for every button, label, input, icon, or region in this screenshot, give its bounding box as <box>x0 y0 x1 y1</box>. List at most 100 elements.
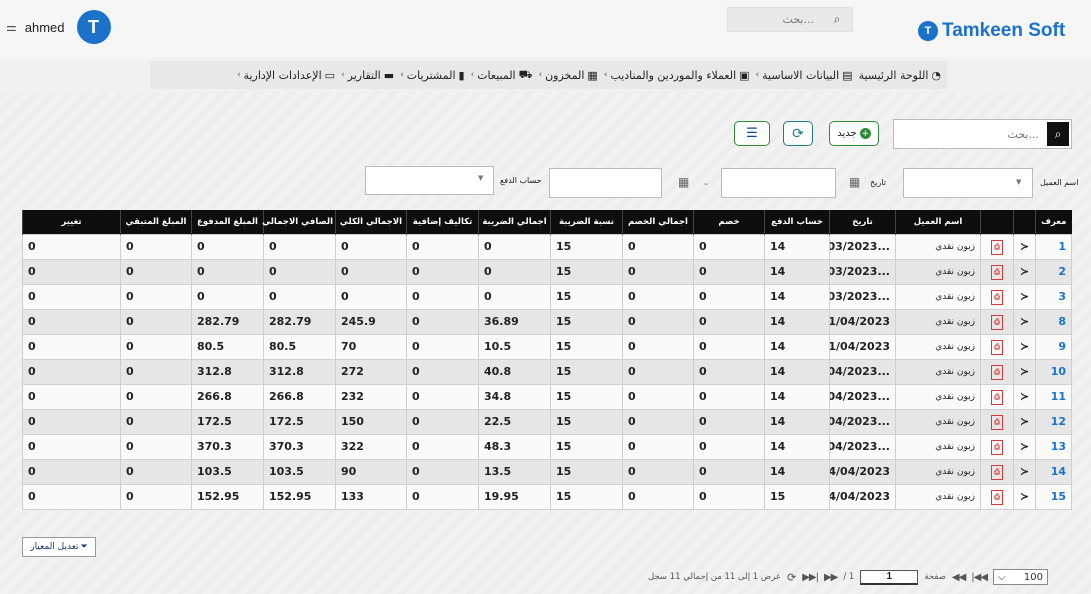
column-header[interactable]: تغيير <box>22 210 121 234</box>
nav-item[interactable]: ▦ المخزون ‹ <box>538 69 597 82</box>
refresh-button[interactable]: ⟳ <box>783 121 813 146</box>
pdf-icon[interactable]: ⎙ <box>980 283 1014 310</box>
value-cell: 15 <box>550 308 623 335</box>
column-header[interactable]: تاريخ <box>829 210 896 234</box>
next-page-icon[interactable]: ▶▶ <box>824 572 838 583</box>
calendar-icon[interactable]: ▦ <box>849 175 860 189</box>
column-header[interactable]: تكاليف إضافية <box>406 210 479 234</box>
pdf-icon[interactable]: ⎙ <box>980 433 1014 460</box>
share-icon[interactable]: ≺ <box>1013 233 1036 260</box>
value-cell: 48.3 <box>478 433 551 460</box>
username[interactable]: ahmed <box>25 20 65 35</box>
table-row[interactable]: 2≺⎙زبون نقدي...03/2023/1400150000000 <box>22 258 1072 285</box>
row-id-link[interactable]: 13 <box>1035 433 1072 460</box>
row-id-link[interactable]: 3 <box>1035 283 1072 310</box>
table-row[interactable]: 1≺⎙زبون نقدي...03/2023/1400150000000 <box>22 233 1072 260</box>
search-icon[interactable]: ⌕ <box>1047 122 1069 146</box>
share-icon[interactable]: ≺ <box>1013 283 1036 310</box>
value-cell: 0 <box>191 258 264 285</box>
top-search-input[interactable] <box>728 8 822 31</box>
row-id-link[interactable]: 9 <box>1035 333 1072 360</box>
column-header[interactable]: خصم <box>693 210 765 234</box>
column-header[interactable]: المبلغ المتبقي <box>120 210 192 234</box>
first-page-icon[interactable]: |◀◀ <box>971 572 988 583</box>
row-id-link[interactable]: 15 <box>1035 483 1072 510</box>
table-row[interactable]: 8≺⎙زبون نقدي01/04/202314001536.890245.92… <box>22 308 1072 335</box>
value-cell: 0 <box>120 333 192 360</box>
last-page-icon[interactable]: ▶▶| <box>802 572 819 583</box>
pdf-icon-glyph: ⎙ <box>991 414 1003 430</box>
column-header[interactable]: المبلغ المدفوع <box>191 210 264 234</box>
value-cell: 0 <box>622 333 694 360</box>
table-row[interactable]: 10≺⎙زبون نقدي...04/2023/14001540.8027231… <box>22 358 1072 385</box>
nav-item[interactable]: ▭ الإعدادات الإدارية ‹ <box>237 69 335 82</box>
nav-item[interactable]: ◔ اللوحة الرئيسية <box>859 69 941 82</box>
share-icon[interactable]: ≺ <box>1013 258 1036 285</box>
refresh-icon[interactable]: ⟳ <box>787 571 796 584</box>
row-id-link[interactable]: 1 <box>1035 233 1072 260</box>
column-header[interactable]: الاجمالي الكلي <box>335 210 407 234</box>
column-header[interactable]: اجمالي الضريبة <box>478 210 551 234</box>
pdf-icon[interactable]: ⎙ <box>980 408 1014 435</box>
row-id-link[interactable]: 12 <box>1035 408 1072 435</box>
row-id-link[interactable]: 2 <box>1035 258 1072 285</box>
row-id-link[interactable]: 10 <box>1035 358 1072 385</box>
share-icon[interactable]: ≺ <box>1013 383 1036 410</box>
table-row[interactable]: 14≺⎙زبون نقدي14/04/202314001513.5090103.… <box>22 458 1072 485</box>
customer-select[interactable] <box>903 168 1033 198</box>
row-id-link[interactable]: 8 <box>1035 308 1072 335</box>
table-row[interactable]: 3≺⎙زبون نقدي...03/2023/1400150000000 <box>22 283 1072 310</box>
page-size-select[interactable]: 100 ⌵ <box>993 569 1049 585</box>
value-cell: 0 <box>22 383 121 410</box>
share-icon[interactable]: ≺ <box>1013 483 1036 510</box>
column-header <box>1013 210 1036 234</box>
nav-item[interactable]: ▬ التقارير ‹ <box>341 69 394 82</box>
nav-item[interactable]: ▣ العملاء والموردين والمناديب ‹ <box>604 69 750 82</box>
column-header[interactable]: اجمالي الخصم <box>622 210 694 234</box>
page-input[interactable] <box>860 569 919 585</box>
new-button[interactable]: جديد + <box>829 121 879 146</box>
pdf-icon[interactable]: ⎙ <box>980 233 1014 260</box>
date-to-input[interactable] <box>549 168 662 198</box>
pdf-icon[interactable]: ⎙ <box>980 358 1014 385</box>
grid-search-input[interactable] <box>894 120 1047 148</box>
share-icon[interactable]: ≺ <box>1013 408 1036 435</box>
nav-item[interactable]: ▮ المشتريات ‹ <box>400 69 464 82</box>
pdf-icon[interactable]: ⎙ <box>980 483 1014 510</box>
share-icon[interactable]: ≺ <box>1013 358 1036 385</box>
share-icon[interactable]: ≺ <box>1013 333 1036 360</box>
calendar-icon[interactable]: ▦ <box>678 175 689 189</box>
pdf-icon[interactable]: ⎙ <box>980 333 1014 360</box>
pdf-icon[interactable]: ⎙ <box>980 383 1014 410</box>
column-header[interactable]: معرف <box>1035 210 1072 234</box>
share-icon[interactable]: ≺ <box>1013 433 1036 460</box>
pdf-icon-glyph: ⎙ <box>991 339 1003 355</box>
column-header[interactable]: الصافي الاجمالي <box>262 210 336 234</box>
table-row[interactable]: 13≺⎙زبون نقدي...04/2023/14001548.3032237… <box>22 433 1072 460</box>
chevron-left-icon: ‹ <box>341 70 345 80</box>
pdf-icon[interactable]: ⎙ <box>980 308 1014 335</box>
nav-item[interactable]: ▤ البيانات الاساسية ‹ <box>756 69 853 82</box>
value-cell: 232 <box>335 383 407 410</box>
prev-page-icon[interactable]: ◀◀ <box>952 572 966 583</box>
column-header[interactable]: نسبة الضريبة <box>550 210 623 234</box>
table-row[interactable]: 9≺⎙زبون نقدي01/04/202314001510.507080.58… <box>22 333 1072 360</box>
pdf-icon[interactable]: ⎙ <box>980 258 1014 285</box>
nav-item[interactable]: ⛟ المبيعات ‹ <box>471 68 533 83</box>
edit-criteria-button[interactable]: تعديل المعيار ⏷ <box>22 537 96 557</box>
table-row[interactable]: 15≺⎙زبون نقدي14/04/202315001519.95013315… <box>22 483 1072 510</box>
payment-account-select[interactable] <box>365 166 494 195</box>
search-icon[interactable]: ⌕ <box>822 12 852 27</box>
row-id-link[interactable]: 14 <box>1035 458 1072 485</box>
sliders-icon[interactable]: ⚌ <box>6 20 17 34</box>
column-header[interactable]: اسم العميل <box>895 210 981 234</box>
share-icon[interactable]: ≺ <box>1013 458 1036 485</box>
table-row[interactable]: 11≺⎙زبون نقدي...04/2023/14001534.8023226… <box>22 383 1072 410</box>
table-row[interactable]: 12≺⎙زبون نقدي...04/2023/14001522.5015017… <box>22 408 1072 435</box>
pdf-icon[interactable]: ⎙ <box>980 458 1014 485</box>
date-from-input[interactable] <box>721 168 836 198</box>
columns-button[interactable]: ☰ <box>734 121 770 146</box>
row-id-link[interactable]: 11 <box>1035 383 1072 410</box>
share-icon[interactable]: ≺ <box>1013 308 1036 335</box>
column-header[interactable]: حساب الدفع <box>764 210 830 234</box>
